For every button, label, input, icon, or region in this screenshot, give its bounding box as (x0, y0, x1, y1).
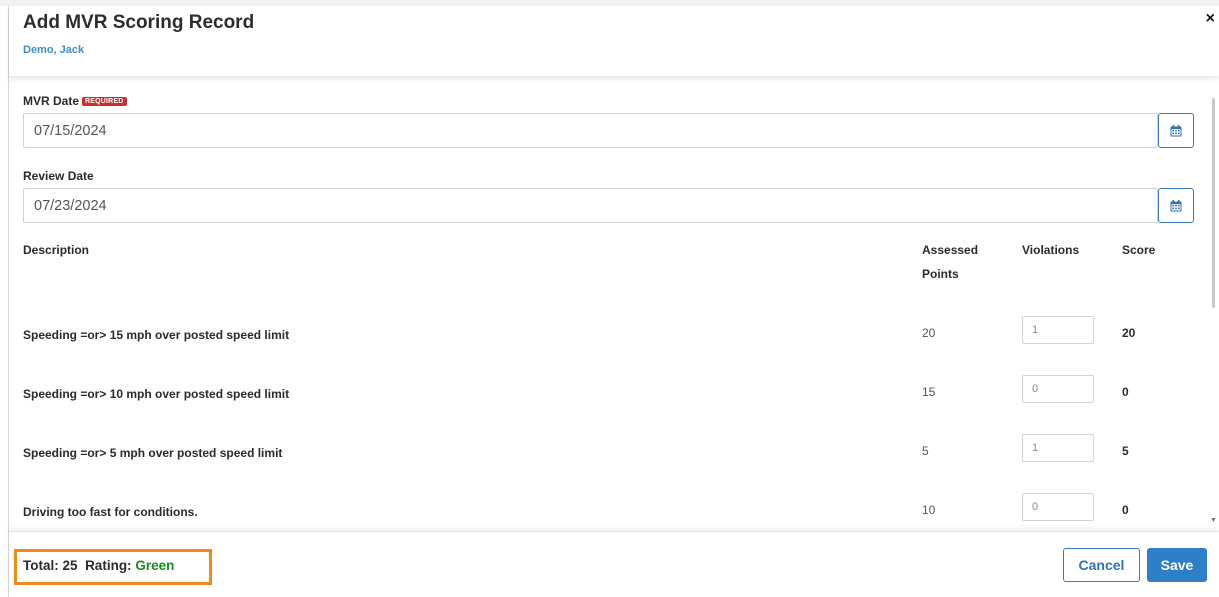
violations-input[interactable] (1022, 316, 1094, 344)
column-header-description: Description (23, 243, 90, 257)
review-date-input[interactable] (23, 188, 1158, 223)
mvr-date-input[interactable] (23, 113, 1158, 148)
modal-body: MVR DateREQUIRED Review Date (9, 76, 1209, 531)
calendar-icon (1170, 199, 1182, 211)
modal-footer: Total: 25 Rating: Green Cancel Save (9, 531, 1219, 597)
total-label: Total: (23, 558, 59, 573)
row-score: 20 (1122, 326, 1136, 340)
violations-input[interactable] (1022, 375, 1094, 403)
row-assessed-points: 20 (922, 326, 936, 340)
review-date-label: Review Date (23, 169, 94, 183)
rating-value: Green (135, 558, 175, 573)
close-icon[interactable]: × (1206, 10, 1215, 28)
column-header-score: Score (1122, 243, 1156, 257)
body-scrollbar[interactable]: ▼ (1209, 80, 1219, 530)
scroll-down-arrow-icon[interactable]: ▼ (1210, 517, 1217, 524)
assessed-header-line2: Points (922, 267, 959, 281)
modal-header: Add MVR Scoring Record Demo, Jack × (9, 6, 1219, 76)
review-date-calendar-button[interactable] (1158, 188, 1194, 223)
row-score: 5 (1122, 444, 1129, 458)
column-header-assessed-points: Assessed Points (922, 238, 978, 286)
table-row: Speeding =or> 5 mph over posted speed li… (9, 434, 1209, 474)
required-badge: REQUIRED (82, 97, 127, 106)
row-assessed-points: 10 (922, 503, 936, 517)
employee-name: Demo, Jack (23, 44, 85, 56)
cancel-button[interactable]: Cancel (1063, 548, 1140, 582)
assessed-header-line1: Assessed (922, 243, 979, 257)
table-row: Driving too fast for conditions. 10 0 (9, 493, 1209, 531)
total-value: 25 (62, 558, 78, 573)
scrollbar-thumb[interactable] (1212, 98, 1215, 308)
violations-input[interactable] (1022, 434, 1094, 462)
mvr-date-label-text: MVR Date (23, 94, 80, 108)
row-description: Driving too fast for conditions. (23, 505, 198, 519)
calendar-icon (1170, 124, 1182, 136)
total-rating-summary: Total: 25 Rating: Green (14, 549, 212, 585)
row-score: 0 (1122, 503, 1129, 517)
table-row: Speeding =or> 15 mph over posted speed l… (9, 316, 1209, 356)
row-description: Speeding =or> 5 mph over posted speed li… (23, 446, 283, 460)
save-button[interactable]: Save (1147, 548, 1207, 582)
row-assessed-points: 15 (922, 385, 936, 399)
column-header-violations: Violations (1022, 243, 1080, 257)
violations-input[interactable] (1022, 493, 1094, 521)
row-description: Speeding =or> 15 mph over posted speed l… (23, 328, 290, 342)
mvr-scoring-modal: Add MVR Scoring Record Demo, Jack × MVR … (0, 0, 1219, 597)
row-score: 0 (1122, 385, 1129, 399)
row-description: Speeding =or> 10 mph over posted speed l… (23, 387, 290, 401)
mvr-date-label: MVR Date REQUIRED (23, 94, 127, 108)
modal-title: Add MVR Scoring Record (23, 12, 255, 33)
row-assessed-points: 5 (922, 444, 929, 458)
table-row: Speeding =or> 10 mph over posted speed l… (9, 375, 1209, 415)
rating-label: Rating: (85, 558, 132, 573)
mvr-date-calendar-button[interactable] (1158, 113, 1194, 148)
